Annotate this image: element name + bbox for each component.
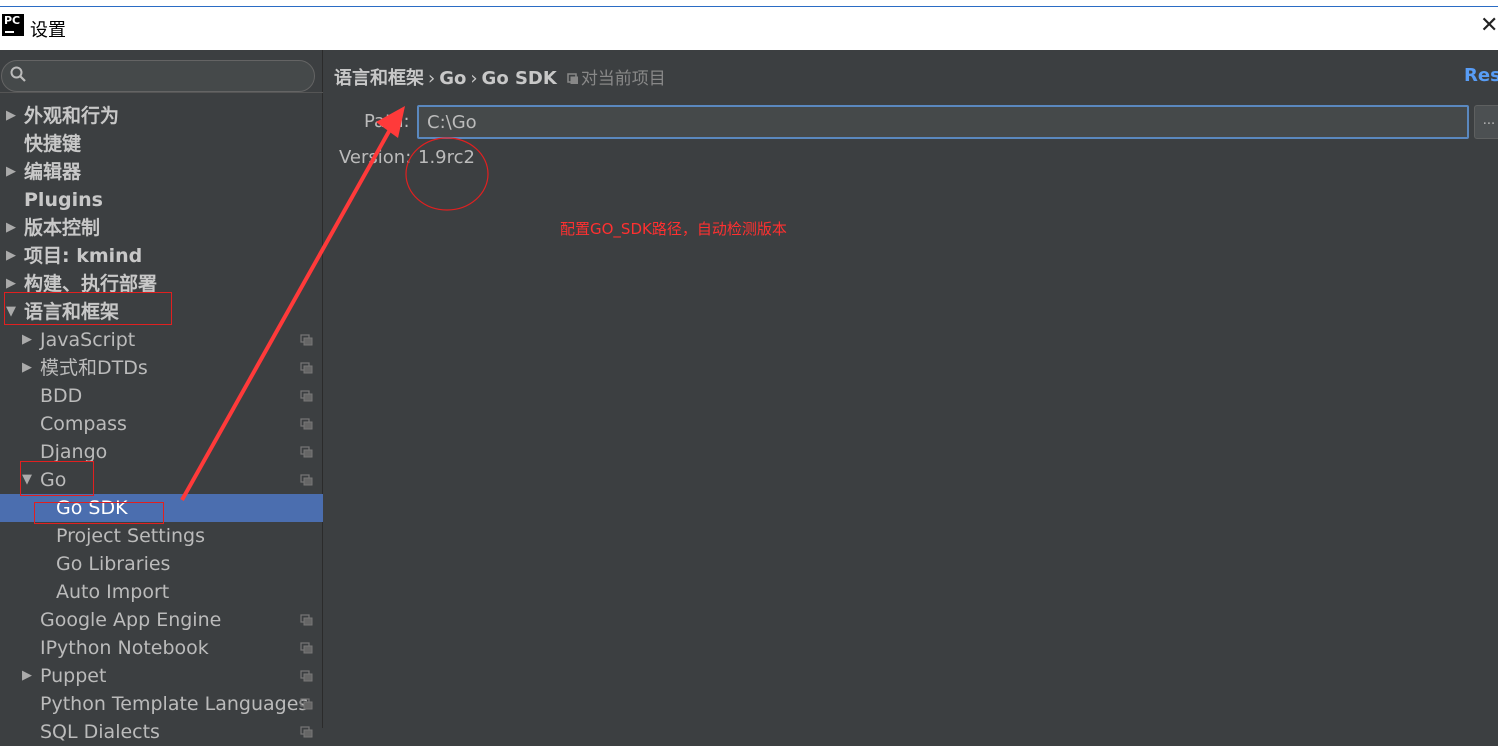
sidebar-item-label: Compass: [40, 413, 127, 435]
collapsed-arrow-icon[interactable]: ▶: [6, 214, 20, 242]
project-scope-icon: [300, 334, 313, 346]
sidebar-item-label: SQL Dialects: [40, 721, 160, 743]
project-scope-icon: [300, 698, 313, 710]
sidebar-item-label: Google App Engine: [40, 609, 222, 631]
sidebar-item-label: BDD: [40, 385, 83, 407]
project-scope-icon: [300, 390, 313, 402]
project-scope-icon: [300, 362, 313, 374]
sidebar-item-label: 编辑器: [24, 161, 82, 183]
sidebar-item[interactable]: 快捷键: [0, 130, 323, 158]
sidebar-item[interactable]: Go Libraries: [0, 550, 323, 578]
sidebar-item[interactable]: Project Settings: [0, 522, 323, 550]
collapsed-arrow-icon[interactable]: ▶: [22, 354, 36, 382]
reset-link[interactable]: Reset: [1464, 65, 1498, 86]
sidebar-item-label: 项目: kmind: [24, 245, 143, 267]
sidebar-item[interactable]: ▶ Puppet: [0, 662, 323, 690]
sidebar-item-label: 模式和DTDs: [40, 357, 148, 379]
project-scope-icon: [300, 446, 313, 458]
project-scope-icon: [300, 642, 313, 654]
path-label: Path:: [364, 111, 410, 132]
version-label: Version:: [339, 147, 412, 168]
breadcrumb-separator: ›: [470, 68, 478, 89]
project-scope-icon: [300, 670, 313, 682]
annotation-box-languages: [4, 292, 172, 325]
sidebar-item-label: Puppet: [40, 665, 107, 687]
sidebar-item[interactable]: ▶ JavaScript: [0, 326, 323, 354]
browse-button[interactable]: ...: [1474, 105, 1498, 139]
sidebar-item-label: Go Libraries: [56, 553, 171, 575]
search-icon: [10, 66, 26, 82]
search-input[interactable]: [32, 65, 302, 87]
sidebar-item[interactable]: ▶ 模式和DTDs: [0, 354, 323, 382]
version-value: 1.9rc2: [418, 147, 475, 168]
sidebar-item[interactable]: Plugins: [0, 186, 323, 214]
sidebar-item[interactable]: ▶ 外观和行为: [0, 102, 323, 130]
sidebar-divider: [0, 92, 323, 93]
sidebar-item-label: Plugins: [24, 189, 103, 211]
window-title: 设置: [30, 20, 66, 41]
sidebar-item-label: Python Template Languages: [40, 693, 309, 715]
sidebar-item-label: Project Settings: [56, 525, 205, 547]
pycharm-logo-icon: PC: [2, 14, 24, 36]
sidebar-item-label: 外观和行为: [24, 105, 120, 127]
collapsed-arrow-icon[interactable]: ▶: [6, 158, 20, 186]
sidebar-item[interactable]: Compass: [0, 410, 323, 438]
settings-content: 语言和框架›Go›Go SDK对当前项目 Reset Path: ... Ver…: [324, 50, 1498, 728]
breadcrumb: 语言和框架 › Go › Go SDK 对当前项目: [334, 64, 666, 90]
sidebar-item[interactable]: Auto Import: [0, 578, 323, 606]
search-box[interactable]: [1, 60, 315, 92]
collapsed-arrow-icon[interactable]: ▶: [6, 242, 20, 270]
sidebar-item-label: 快捷键: [24, 133, 82, 155]
collapsed-arrow-icon[interactable]: ▶: [6, 102, 20, 130]
sidebar-item[interactable]: ▶ 版本控制: [0, 214, 323, 242]
sidebar-item[interactable]: ▶ 项目: kmind: [0, 242, 323, 270]
collapsed-arrow-icon[interactable]: ▶: [22, 326, 36, 354]
annotation-box-go-sdk: [34, 502, 164, 524]
sidebar-item[interactable]: Google App Engine: [0, 606, 323, 634]
scope-label: 对当前项目: [580, 69, 666, 89]
breadcrumb-item: Go: [439, 68, 467, 89]
sidebar-item[interactable]: ▶ 编辑器: [0, 158, 323, 186]
sidebar-item[interactable]: Python Template Languages: [0, 690, 323, 718]
annotation-text: 配置GO_SDK路径，自动检测版本: [560, 220, 787, 238]
project-scope-icon: [300, 418, 313, 430]
title-bar: PC 设置 ✕: [0, 6, 1498, 50]
project-scope-icon: [567, 73, 578, 84]
annotation-box-go: [20, 461, 94, 496]
breadcrumb-item: Go SDK: [481, 68, 557, 89]
sidebar-item-label: IPython Notebook: [40, 637, 209, 659]
breadcrumb-separator: ›: [428, 68, 436, 89]
sidebar-item-label: JavaScript: [40, 329, 136, 351]
sidebar-item[interactable]: IPython Notebook: [0, 634, 323, 662]
settings-sidebar: ▶ 外观和行为 快捷键 ▶ 编辑器 Plugins ▶ 版本控制 ▶ 项目: kmind ▶ 构建、执…: [0, 50, 323, 743]
sidebar-item-label: Auto Import: [56, 581, 170, 603]
close-icon[interactable]: ✕: [1480, 13, 1498, 38]
project-scope-icon: [300, 474, 313, 486]
path-input[interactable]: [417, 105, 1469, 139]
project-scope-icon: [300, 614, 313, 626]
sidebar-item[interactable]: SQL Dialects: [0, 718, 323, 746]
sidebar-item-label: 版本控制: [24, 217, 101, 239]
breadcrumb-item: 语言和框架: [334, 68, 424, 89]
collapsed-arrow-icon[interactable]: ▶: [22, 662, 36, 690]
sidebar-item[interactable]: BDD: [0, 382, 323, 410]
